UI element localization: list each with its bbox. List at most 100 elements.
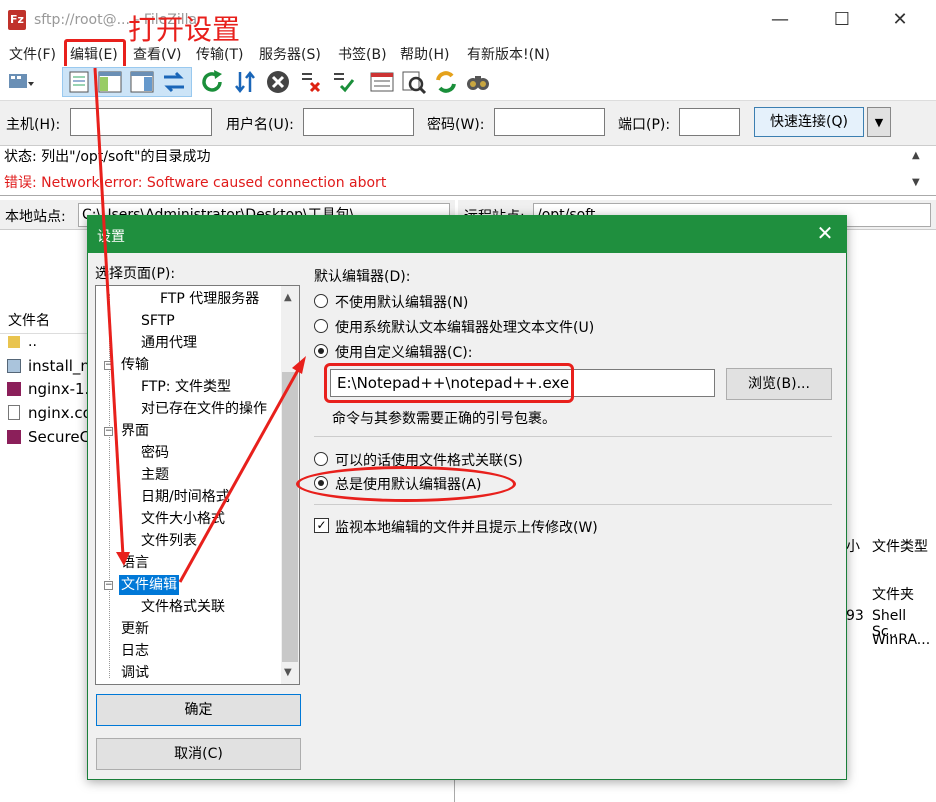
search-icon[interactable] — [464, 68, 492, 96]
scroll-down-icon[interactable]: ▼ — [284, 667, 292, 678]
password-input[interactable] — [494, 108, 605, 136]
radio-system-editor[interactable] — [314, 319, 328, 333]
toggle-log-icon[interactable] — [66, 68, 94, 96]
watch-files-checkbox[interactable]: ✓ — [314, 518, 329, 533]
cancel-icon[interactable] — [264, 68, 292, 96]
dir-listing-filter-icon[interactable] — [368, 68, 396, 96]
process-queue-icon[interactable] — [232, 68, 260, 96]
menu-new-version[interactable]: 有新版本!(N) — [467, 44, 550, 64]
annotation-editor-path-box — [324, 363, 574, 403]
remote-col-size[interactable]: 小 — [846, 536, 860, 556]
folder-icon — [8, 336, 20, 348]
tree-item-ftp-filetypes[interactable]: FTP: 文件类型 — [141, 377, 231, 397]
tree-item-filetype-associations[interactable]: 文件格式关联 — [141, 597, 225, 617]
menu-file[interactable]: 文件(F) — [9, 44, 56, 64]
tree-item-file-exists-action[interactable]: 对已存在文件的操作 — [141, 399, 267, 419]
menu-server[interactable]: 服务器(S) — [259, 44, 321, 64]
cancel-button[interactable]: 取消(C) — [96, 738, 301, 770]
maximize-icon[interactable]: ☐ — [830, 8, 854, 32]
filezilla-app-icon: Fz — [8, 10, 26, 30]
divider — [314, 504, 832, 505]
local-file-item[interactable]: nginx.co — [28, 404, 92, 422]
tree-item-language[interactable]: 语言 — [121, 553, 149, 573]
default-editor-group-title: 默认编辑器(D): — [314, 269, 411, 285]
minimize-icon[interactable]: — — [768, 8, 792, 32]
directory-compare-icon[interactable] — [432, 68, 460, 96]
tree-item-logging[interactable]: 日志 — [121, 641, 149, 661]
remote-col-type[interactable]: 文件类型 — [872, 536, 928, 556]
close-icon[interactable]: ✕ — [888, 8, 912, 32]
settings-dialog-titlebar — [87, 215, 847, 253]
toggle-local-tree-icon[interactable] — [96, 68, 124, 96]
tree-item-interface[interactable]: 界面 — [121, 421, 149, 441]
toggle-queue-icon[interactable] — [160, 68, 188, 96]
username-input[interactable] — [303, 108, 414, 136]
host-input[interactable] — [70, 108, 212, 136]
log-scroll-up-icon[interactable]: ▲ — [912, 150, 930, 161]
menu-help[interactable]: 帮助(H) — [400, 44, 449, 64]
tree-item-ftp-proxy[interactable]: FTP 代理服务器 — [160, 289, 259, 309]
tree-item-file-editing[interactable]: 文件编辑 — [119, 575, 179, 595]
tree-item-passwords[interactable]: 密码 — [141, 443, 169, 463]
watch-files-label: 监视本地编辑的文件并且提示上传修改(W) — [335, 520, 598, 536]
settings-dialog-title: 设置 — [97, 229, 125, 245]
option-label: 使用系统默认文本编辑器处理文本文件(U) — [335, 320, 595, 336]
disconnect-icon[interactable] — [297, 68, 325, 96]
site-manager-icon[interactable] — [6, 68, 34, 96]
quickconnect-button[interactable]: 快速连接(Q) — [754, 107, 864, 137]
tree-item-updates[interactable]: 更新 — [121, 619, 149, 639]
tree-item-filesize-format[interactable]: 文件大小格式 — [141, 509, 225, 529]
archive-icon — [7, 430, 21, 444]
log-error-line: 错误: Network error: Software caused conne… — [4, 175, 387, 191]
remote-row-size: 93 — [846, 608, 864, 624]
tree-item-datetime-format[interactable]: 日期/时间格式 — [141, 487, 230, 507]
local-file-item[interactable]: install_n — [28, 357, 90, 375]
scroll-up-icon[interactable]: ▲ — [284, 292, 292, 303]
option-label: 不使用默认编辑器(N) — [335, 295, 469, 311]
quoting-hint: 命令与其参数需要正确的引号包裹。 — [332, 411, 556, 427]
file-icon — [7, 359, 21, 373]
toggle-remote-tree-icon[interactable] — [128, 68, 156, 96]
menu-bookmarks[interactable]: 书签(B) — [338, 44, 387, 64]
local-file-item[interactable]: .. — [28, 334, 37, 350]
archive-icon — [7, 382, 21, 396]
tree-item-generic-proxy[interactable]: 通用代理 — [141, 333, 197, 353]
refresh-icon[interactable] — [198, 68, 226, 96]
tree-collapse-icon[interactable]: − — [104, 581, 113, 590]
host-label: 主机(H): — [6, 117, 61, 133]
tree-item-themes[interactable]: 主题 — [141, 465, 169, 485]
log-status-line: 状态: 列出"/opt/soft"的目录成功 — [4, 149, 211, 165]
local-col-filename[interactable]: 文件名 — [8, 310, 50, 330]
tree-item-file-lists[interactable]: 文件列表 — [141, 531, 197, 551]
port-input[interactable] — [679, 108, 740, 136]
radio-no-default-editor[interactable] — [314, 294, 328, 308]
reconnect-icon[interactable] — [329, 68, 357, 96]
tree-guide-line — [109, 294, 110, 678]
browse-button[interactable]: 浏览(B)... — [726, 368, 832, 400]
file-icon — [8, 405, 20, 420]
radio-use-associations[interactable] — [314, 452, 328, 466]
menu-transfer[interactable]: 传输(T) — [196, 44, 243, 64]
annotation-always-default-ellipse — [296, 466, 516, 502]
username-label: 用户名(U): — [226, 117, 294, 133]
tree-scrollbar-thumb[interactable] — [282, 372, 298, 662]
radio-custom-editor[interactable] — [314, 344, 328, 358]
tree-collapse-icon[interactable]: − — [104, 361, 113, 370]
ok-button[interactable]: 确定 — [96, 694, 301, 726]
tree-item-transfers[interactable]: 传输 — [121, 355, 149, 375]
local-file-item[interactable]: SecureC — [28, 428, 90, 446]
annotation-edit-menu-box — [64, 39, 126, 69]
remote-row-type: 文件夹 — [872, 587, 914, 603]
toggle-sync-browse-icon[interactable] — [400, 68, 428, 96]
local-file-item[interactable]: nginx-1. — [28, 380, 89, 398]
tree-item-sftp[interactable]: SFTP — [141, 311, 175, 331]
menu-view[interactable]: 查看(V) — [133, 44, 182, 64]
quickconnect-dropdown-icon[interactable]: ▼ — [867, 107, 891, 137]
select-page-label: 选择页面(P): — [95, 266, 176, 282]
tree-item-debug[interactable]: 调试 — [121, 663, 149, 683]
log-scroll-down-icon[interactable]: ▼ — [912, 177, 930, 188]
remote-row-type: WinRA... — [872, 632, 931, 648]
dialog-close-icon[interactable]: ✕ — [812, 220, 838, 246]
password-label: 密码(W): — [427, 117, 485, 133]
tree-collapse-icon[interactable]: − — [104, 427, 113, 436]
